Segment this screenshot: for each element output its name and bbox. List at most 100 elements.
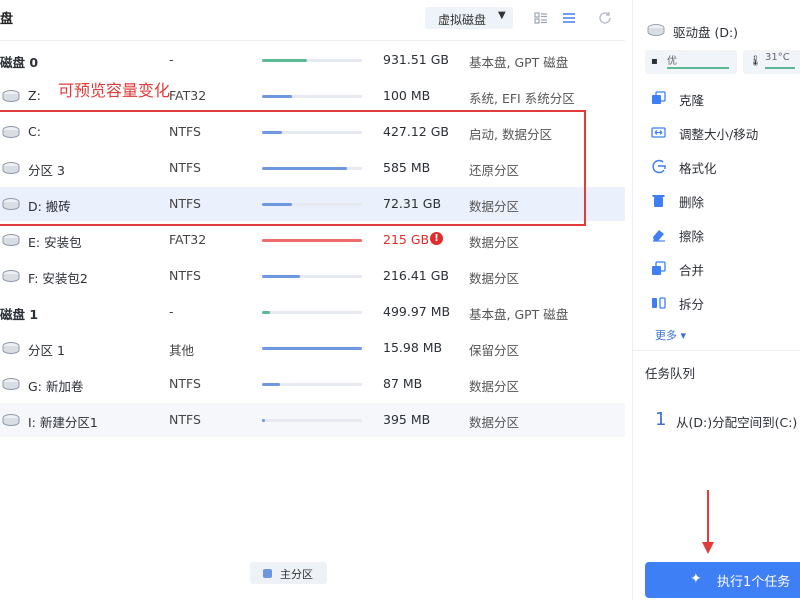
action-label: 拆分 — [679, 297, 705, 312]
clone-icon — [652, 91, 666, 104]
virtual-disk-label: 虚拟磁盘 — [438, 13, 487, 27]
row-filesystem: NTFS — [169, 268, 201, 283]
row-type: 数据分区 — [469, 415, 520, 430]
row-type: 系统, EFI 系统分区 — [469, 91, 575, 106]
row-filesystem: 其他 — [169, 343, 195, 358]
partition-row[interactable]: E: 安装包 FAT32 215 GB! 数据分区 — [0, 223, 625, 257]
row-name: E: 安装包 — [28, 235, 82, 250]
partition-icon — [2, 270, 20, 282]
usage-bar-fill — [262, 275, 300, 278]
partition-row[interactable]: F: 安装包2 NTFS 216.41 GB 数据分区 — [0, 259, 625, 293]
partition-row[interactable]: I: 新建分区1 NTFS 395 MB 数据分区 — [0, 403, 625, 437]
temperature-status: 🌡 31°C — [743, 50, 800, 74]
task-queue-item-text[interactable]: 从(D:)分配空间到(C:) — [676, 412, 797, 431]
header-divider — [0, 40, 625, 41]
row-type: 基本盘, GPT 磁盘 — [469, 307, 569, 322]
usage-bar — [262, 95, 362, 98]
caret-down-icon: ▼ — [498, 10, 506, 21]
row-size: 395 MB — [383, 412, 431, 427]
usage-bar — [262, 419, 362, 422]
partition-icon — [2, 378, 20, 390]
row-type: 数据分区 — [469, 271, 520, 286]
usage-bar-fill — [262, 311, 270, 314]
action-label: 合并 — [679, 263, 705, 278]
usage-bar — [262, 275, 362, 278]
grid-view-icon[interactable] — [533, 10, 549, 26]
row-filesystem: FAT32 — [169, 88, 207, 103]
task-queue-item-number: 1 — [655, 409, 667, 430]
task-queue-title: 任务队列 — [645, 366, 696, 381]
usage-bar-fill — [262, 419, 265, 422]
row-name: 磁盘 0 — [0, 55, 39, 70]
partition-row[interactable]: G: 新加卷 NTFS 87 MB 数据分区 — [0, 367, 625, 401]
arrow-down-annotation-icon — [702, 490, 714, 554]
drive-health-icon: ▪ — [651, 56, 658, 67]
list-view-icon[interactable] — [561, 10, 577, 26]
row-size: 87 MB — [383, 376, 423, 391]
row-size: 216.41 GB — [383, 268, 449, 283]
split-icon — [652, 297, 666, 309]
row-type: 基本盘, GPT 磁盘 — [469, 55, 569, 70]
temperature-bar — [765, 67, 795, 69]
annotation-text: 可预览容量变化 — [58, 81, 171, 100]
partition-icon — [2, 90, 20, 102]
temperature-label: 31°C — [765, 52, 790, 63]
health-status: ▪ 优 — [645, 50, 737, 74]
usage-bar — [262, 383, 362, 386]
usage-bar-fill — [262, 347, 362, 350]
disk-row[interactable]: 磁盘 0 - 931.51 GB 基本盘, GPT 磁盘 — [0, 43, 625, 77]
disk-row[interactable]: 磁盘 1 - 499.97 MB 基本盘, GPT 磁盘 — [0, 295, 625, 329]
row-size: 15.98 MB — [383, 340, 443, 355]
row-name: I: 新建分区1 — [28, 415, 98, 430]
sidebar-divider — [633, 350, 800, 351]
sparkle-icon: ✦ — [690, 571, 702, 587]
usage-bar — [262, 311, 362, 314]
eraser-icon — [653, 230, 665, 242]
row-name: 磁盘 1 — [0, 307, 39, 322]
row-type: 数据分区 — [469, 235, 520, 250]
virtual-disk-dropdown[interactable]: 虚拟磁盘 ▼ — [425, 7, 513, 29]
row-name: G: 新加卷 — [28, 379, 84, 394]
row-size: 215 GB — [383, 232, 430, 247]
usage-bar — [262, 347, 362, 350]
row-name: 分区 1 — [28, 343, 65, 358]
legend-swatch — [263, 569, 272, 578]
trash-icon — [652, 195, 665, 207]
action-label: 调整大小/移动 — [679, 127, 759, 142]
action-label: 格式化 — [679, 161, 717, 176]
partition-icon — [2, 414, 20, 426]
annotation-highlight-box — [0, 110, 586, 226]
legend-label: 主分区 — [280, 568, 313, 581]
usage-bar-fill — [262, 95, 292, 98]
partition-row[interactable]: 分区 1 其他 15.98 MB 保留分区 — [0, 331, 625, 365]
usage-bar-fill — [262, 239, 362, 242]
row-size: 100 MB — [383, 88, 431, 103]
execute-label: 执行1个任务 — [717, 575, 791, 590]
action-label: 克隆 — [679, 93, 705, 108]
operations-sidebar: 驱动盘 (D:) ▪ 优 🌡 31°C 克隆调整大小/移动 格式化删除擦除合并拆分… — [632, 0, 800, 600]
usage-bar — [262, 239, 362, 242]
row-size: 499.97 MB — [383, 304, 451, 319]
row-type: 保留分区 — [469, 343, 520, 358]
format-icon — [652, 159, 666, 174]
row-filesystem: - — [169, 52, 174, 67]
partition-icon — [2, 234, 20, 246]
row-size: 931.51 GB — [383, 52, 449, 67]
drive-label: 驱动盘 (D:) — [673, 25, 739, 40]
health-label: 优 — [667, 56, 677, 67]
disk-list-panel: 盘 虚拟磁盘 ▼ 磁盘 0 - 931.51 GB 基本盘, GPT 磁盘 Z: FAT3… — [0, 0, 625, 600]
page-title: 盘 — [0, 12, 14, 27]
row-filesystem: FAT32 — [169, 232, 207, 247]
legend-primary-partition: 主分区 — [250, 562, 327, 584]
action-label: 删除 — [679, 195, 705, 210]
more-button[interactable]: 更多 ▾ — [655, 327, 686, 343]
execute-tasks-button[interactable]: ✦ 执行1个任务 — [645, 562, 800, 598]
usage-bar — [262, 59, 362, 62]
list-header: 盘 虚拟磁盘 ▼ — [0, 0, 625, 36]
row-name: F: 安装包2 — [28, 271, 88, 286]
usage-bar-fill — [262, 383, 280, 386]
action-label: 擦除 — [679, 229, 705, 244]
row-filesystem: - — [169, 304, 174, 319]
resize-icon — [651, 127, 666, 138]
refresh-icon[interactable] — [597, 10, 613, 26]
